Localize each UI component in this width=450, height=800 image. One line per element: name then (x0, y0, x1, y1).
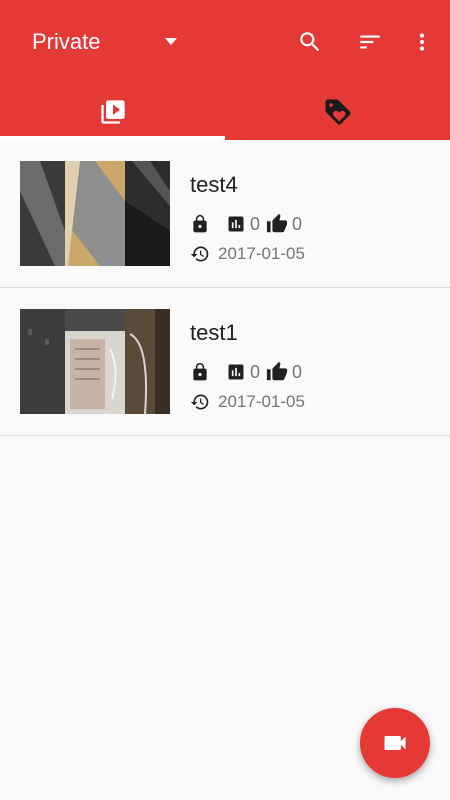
lock-icon (193, 362, 207, 381)
thumb-up-icon (266, 213, 288, 233)
search-icon (300, 32, 320, 52)
privacy-filter-dropdown[interactable]: Private (22, 22, 197, 62)
video-date: 2017-01-05 (218, 392, 305, 411)
sort-button[interactable] (350, 22, 390, 62)
overflow-menu-button[interactable] (402, 22, 442, 62)
video-list: test4 0 0 2017-01-05 test1 0 0 2017-01-0… (0, 140, 450, 436)
like-count: 0 (292, 361, 303, 382)
video-list-item[interactable]: test4 0 0 2017-01-05 (0, 140, 450, 288)
tag-heart-icon (325, 99, 350, 125)
video-date-row: 2017-01-05 (190, 390, 305, 414)
view-count: 0 (250, 361, 261, 382)
video-thumbnail (20, 161, 170, 266)
video-title: test1 (190, 320, 238, 345)
video-date-row: 2017-01-05 (190, 242, 305, 266)
videocam-icon (384, 736, 406, 750)
views-chart-icon (228, 364, 244, 380)
tab-bar (0, 84, 450, 140)
tab-videos[interactable] (0, 84, 225, 140)
video-thumbnail (20, 309, 170, 414)
view-count: 0 (250, 213, 261, 234)
video-stats: 0 0 (190, 212, 302, 236)
sort-icon (360, 35, 380, 49)
history-icon (190, 246, 209, 262)
video-library-icon (100, 100, 125, 124)
video-date: 2017-01-05 (218, 244, 305, 263)
views-chart-icon (228, 216, 244, 232)
video-list-item[interactable]: test1 0 0 2017-01-05 (0, 288, 450, 436)
video-stats: 0 0 (190, 360, 302, 384)
tab-tagged[interactable] (225, 84, 450, 140)
record-video-button[interactable] (360, 708, 430, 778)
search-button[interactable] (290, 22, 330, 62)
privacy-filter-label: Private (32, 29, 101, 54)
app-bar: Private (0, 0, 450, 140)
thumb-up-icon (266, 361, 288, 381)
toolbar: Private (0, 0, 450, 84)
history-icon (190, 394, 209, 410)
more-vert-icon (419, 33, 425, 51)
like-count: 0 (292, 213, 303, 234)
dropdown-arrow-icon (165, 38, 177, 45)
video-title: test4 (190, 172, 238, 197)
lock-icon (193, 214, 207, 233)
